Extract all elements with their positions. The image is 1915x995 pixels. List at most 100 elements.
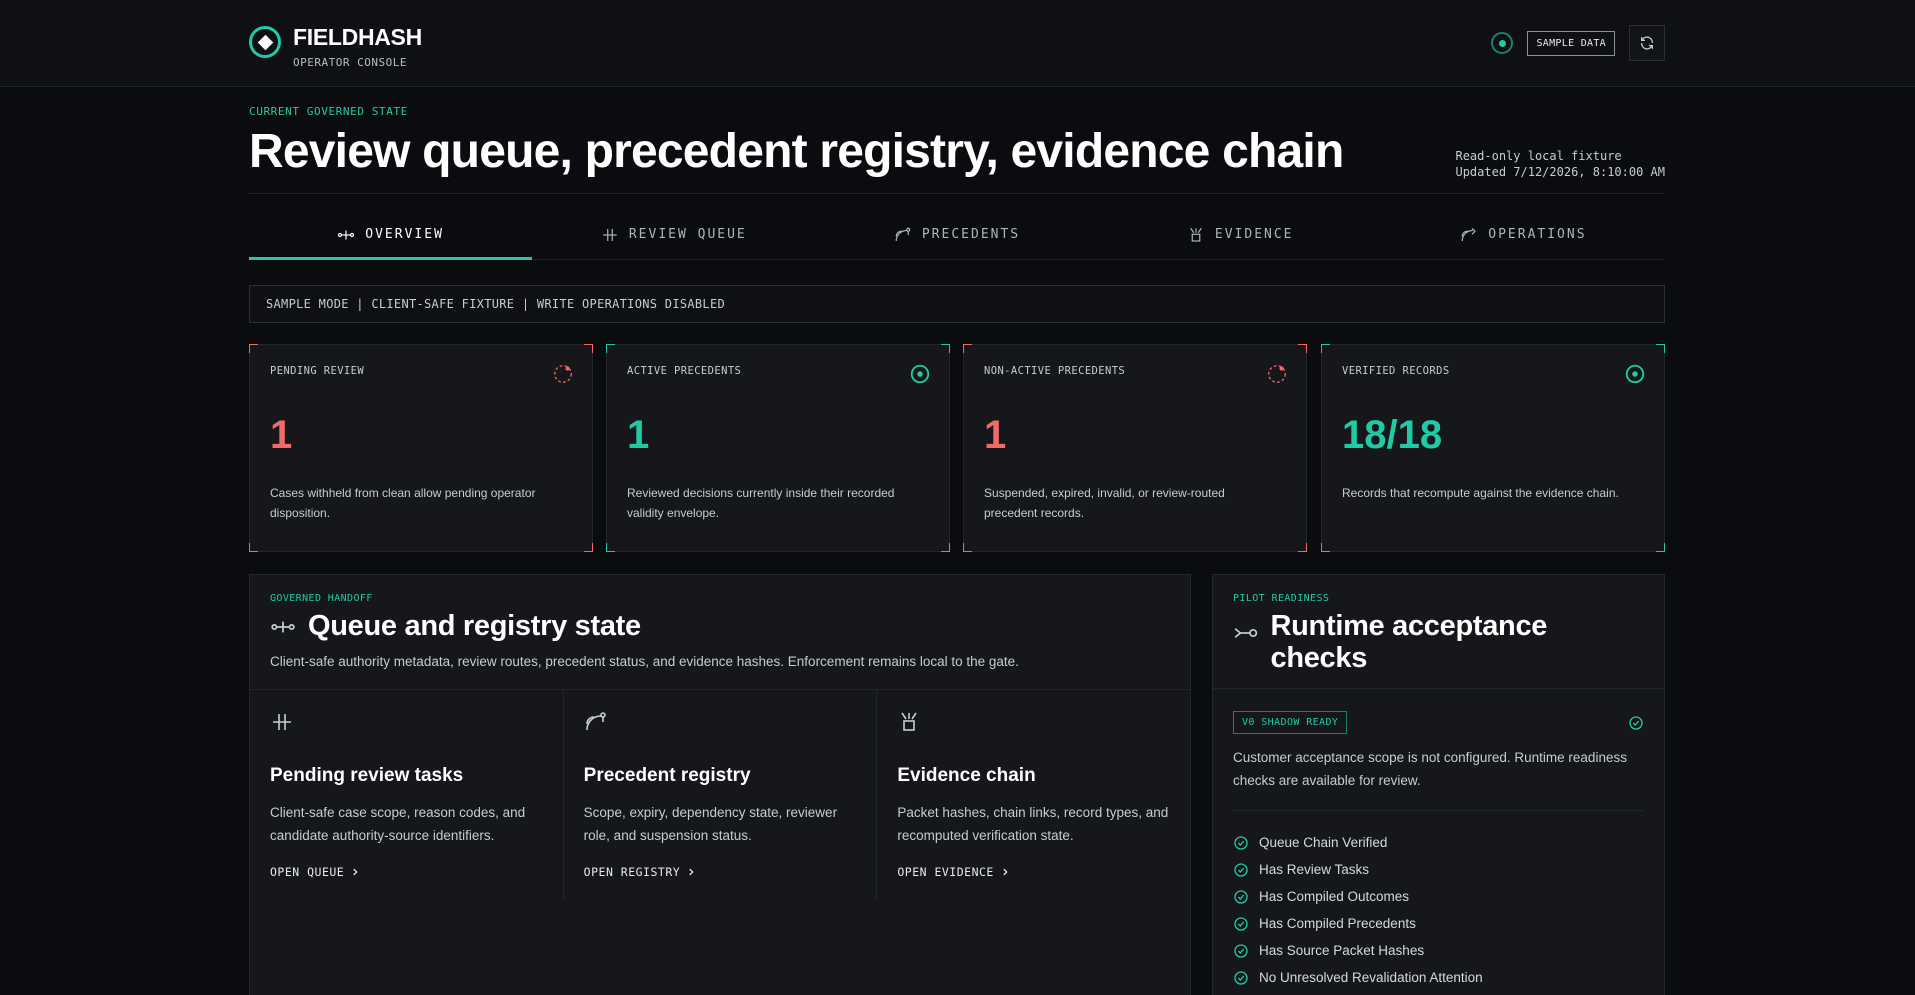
stat-value: 1: [270, 413, 293, 457]
check-circle-icon: [1234, 943, 1248, 958]
queue-icon: [603, 228, 617, 241]
stat-value: 1: [627, 413, 650, 457]
refresh-button[interactable]: [1629, 25, 1665, 61]
tab-label: EVIDENCE: [1214, 227, 1294, 242]
check-label: Has Compiled Precedents: [1259, 916, 1416, 931]
chevron-right-icon: [353, 868, 358, 876]
check-circle-icon: [1234, 862, 1248, 877]
status-ring-icon: [910, 364, 930, 384]
open-registry-link[interactable]: OPEN REGISTRY: [584, 865, 857, 879]
stat-description: Reviewed decisions currently inside thei…: [627, 486, 895, 520]
panel-eyebrow: GOVERNED HANDOFF: [270, 593, 373, 604]
tab-bar: OVERVIEW REVIEW QUEUE PRECEDENTS EVIDENC…: [249, 210, 1665, 260]
check-label: Has Review Tasks: [1259, 862, 1370, 877]
check-circle-icon: [1629, 715, 1643, 730]
stat-card-non-active-precedents[interactable]: NON-ACTIVE PRECEDENTS 1 Suspended, expir…: [963, 344, 1307, 552]
stat-value: 18/18: [1342, 413, 1443, 457]
check-label: Has Source Packet Hashes: [1259, 943, 1425, 958]
link-label: OPEN REGISTRY: [583, 865, 681, 879]
card-description: Client-safe case scope, reason codes, an…: [270, 805, 526, 843]
top-bar: FIELDHASH OPERATOR CONSOLE SAMPLE DATA: [0, 0, 1915, 87]
pending-review-tasks-card: Pending review tasks Client-safe case sc…: [250, 690, 563, 899]
tab-review-queue[interactable]: REVIEW QUEUE: [532, 210, 815, 259]
tab-label: OVERVIEW: [365, 227, 444, 242]
updated-timestamp: Updated 7/12/2026, 8:10:00 AM: [1455, 165, 1665, 179]
stat-label: NON-ACTIVE PRECEDENTS: [984, 365, 1126, 377]
alert-ring-icon: [554, 365, 572, 383]
refresh-icon: [1641, 36, 1653, 50]
route-icon: [338, 230, 355, 239]
tab-evidence[interactable]: EVIDENCE: [1099, 210, 1382, 259]
sample-mode-notice: SAMPLE MODE | CLIENT-SAFE FIXTURE | WRIT…: [249, 285, 1665, 323]
readiness-divider: [1233, 810, 1644, 811]
governed-handoff-panel: GOVERNED HANDOFF Queue and registry stat…: [249, 574, 1191, 995]
evidence-icon: [901, 712, 918, 731]
stat-label: PENDING REVIEW: [270, 365, 365, 377]
panel-title: Queue and registry state: [308, 610, 641, 642]
tab-label: REVIEW QUEUE: [628, 227, 747, 242]
evidence-icon: [1190, 227, 1202, 242]
precedent-registry-card: Precedent registry Scope, expiry, depend…: [562, 690, 877, 899]
stat-description: Suspended, expired, invalid, or review-r…: [984, 486, 1225, 520]
readiness-description: Customer acceptance scope is not configu…: [1233, 750, 1627, 788]
check-label: Queue Chain Verified: [1259, 835, 1388, 850]
page-title: Review queue, precedent registry, eviden…: [249, 125, 1344, 178]
open-evidence-link[interactable]: OPEN EVIDENCE: [897, 865, 1170, 879]
check-circle-icon: [1234, 835, 1248, 850]
check-circle-icon: [1234, 889, 1248, 904]
stat-label: VERIFIED RECORDS: [1342, 365, 1450, 377]
shadow-ready-badge: V0 SHADOW READY: [1233, 711, 1348, 734]
card-title: Evidence chain: [897, 765, 1036, 786]
stat-label: ACTIVE PRECEDENTS: [627, 365, 742, 377]
stat-card-active-precedents[interactable]: ACTIVE PRECEDENTS 1 Reviewed decisions c…: [606, 344, 950, 552]
list-item: Has Compiled Outcomes: [1233, 883, 1644, 910]
brand-subtitle: OPERATOR CONSOLE: [293, 56, 407, 69]
fixture-label: Read-only local fixture: [1455, 149, 1622, 163]
list-item: No Unresolved Revalidation Attention: [1233, 964, 1644, 991]
connection-status-icon: [1491, 32, 1514, 54]
card-title: Pending review tasks: [270, 765, 464, 786]
card-description: Scope, expiry, dependency state, reviewe…: [583, 805, 838, 843]
tab-label: PRECEDENTS: [921, 227, 1021, 242]
status-ring-icon: [1625, 364, 1645, 384]
pilot-readiness-panel: PILOT READINESS Runtime acceptance check…: [1212, 574, 1665, 995]
link-label: OPEN EVIDENCE: [897, 865, 994, 879]
precedent-icon: [895, 227, 911, 241]
check-label: No Unresolved Revalidation Attention: [1259, 970, 1483, 985]
check-circle-icon: [1234, 970, 1248, 985]
readiness-check-list: Queue Chain Verified Has Review Tasks Ha…: [1213, 829, 1664, 991]
tab-precedents[interactable]: PRECEDENTS: [815, 210, 1098, 259]
chevron-right-icon: [689, 868, 694, 876]
check-circle-icon: [1234, 916, 1248, 931]
panel-subtitle: Client-safe authority metadata, review r…: [270, 654, 1019, 669]
open-queue-link[interactable]: OPEN QUEUE: [270, 865, 543, 879]
link-label: OPEN QUEUE: [270, 865, 345, 879]
list-item: Has Compiled Precedents: [1233, 910, 1644, 937]
route-check-icon: [1234, 628, 1258, 638]
stat-card-pending-review[interactable]: PENDING REVIEW 1 Cases withheld from cle…: [249, 344, 593, 552]
panel-eyebrow: PILOT READINESS: [1233, 593, 1330, 604]
brand-title: FIELDHASH: [293, 24, 422, 50]
stat-description: Records that recompute against the evide…: [1342, 486, 1619, 500]
check-label: Has Compiled Outcomes: [1259, 889, 1410, 904]
panel-title: Runtime acceptance checks: [1270, 610, 1548, 674]
brand[interactable]: FIELDHASH OPERATOR CONSOLE: [249, 24, 422, 69]
stat-value: 1: [984, 413, 1007, 457]
tab-label: OPERATIONS: [1488, 227, 1587, 242]
stat-card-verified-records[interactable]: VERIFIED RECORDS 18/18 Records that reco…: [1321, 344, 1665, 552]
header-divider: [249, 193, 1665, 194]
stat-description: Cases withheld from clean allow pending …: [270, 486, 536, 520]
page-meta: Read-only local fixture Updated 7/12/202…: [1455, 148, 1665, 180]
tab-overview[interactable]: OVERVIEW: [249, 210, 533, 260]
sample-data-badge: SAMPLE DATA: [1527, 30, 1615, 56]
chevron-right-icon: [1003, 868, 1008, 876]
page-eyebrow: CURRENT GOVERNED STATE: [249, 105, 408, 118]
operations-icon: [1461, 227, 1477, 241]
card-description: Packet hashes, chain links, record types…: [897, 805, 1169, 843]
list-item: Has Source Packet Hashes: [1233, 937, 1644, 964]
tab-operations[interactable]: OPERATIONS: [1382, 210, 1665, 259]
list-item: Has Review Tasks: [1233, 856, 1644, 883]
precedent-icon: [585, 712, 606, 731]
evidence-chain-card: Evidence chain Packet hashes, chain link…: [876, 690, 1190, 899]
queue-icon: [273, 714, 291, 730]
